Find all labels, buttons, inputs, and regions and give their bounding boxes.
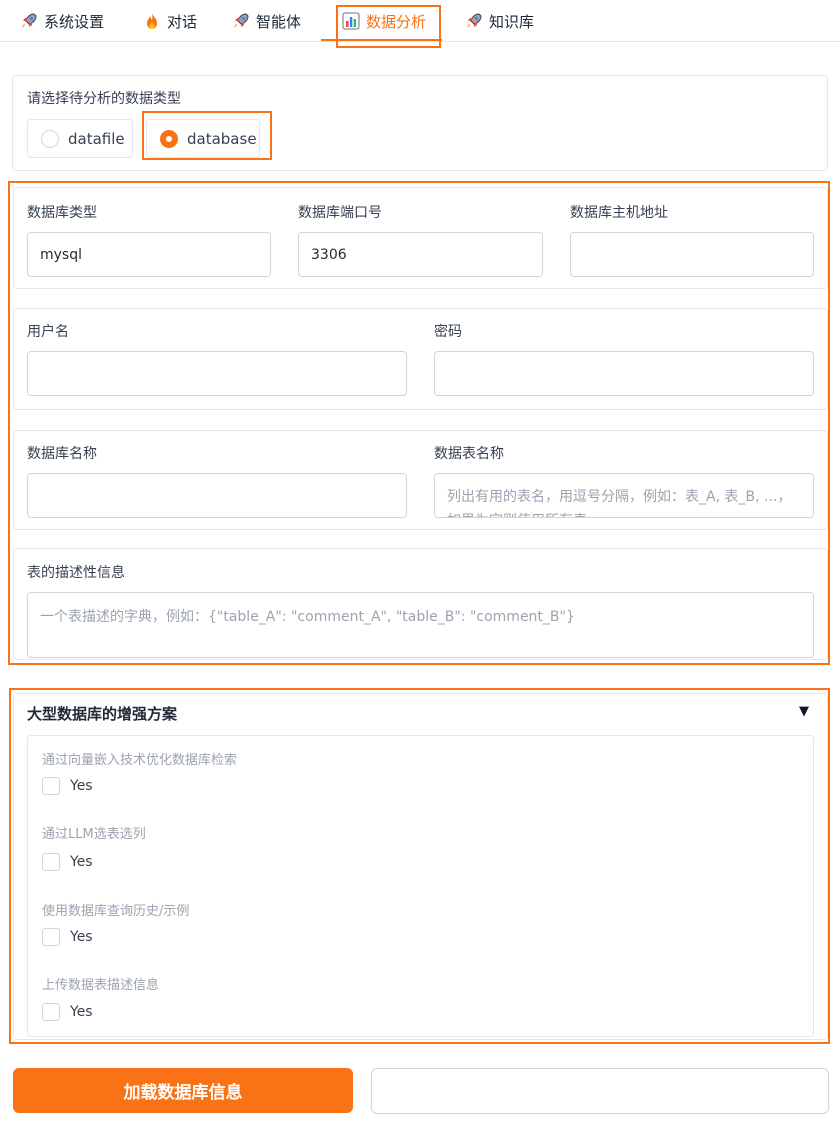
checkbox-upload-desc[interactable]: Yes [42, 1003, 93, 1021]
username-input[interactable] [27, 351, 407, 396]
tab-label: 系统设置 [44, 12, 105, 31]
option-label-llm-select: 通过LLM选表选列 [42, 827, 146, 842]
tab-label: 知识库 [489, 12, 535, 31]
radio-label: database [187, 129, 257, 148]
checkbox-label: Yes [70, 778, 93, 794]
rocket-icon [464, 11, 484, 31]
radio-option-database[interactable]: database [146, 119, 260, 158]
checkbox-label: Yes [70, 854, 93, 870]
bar-chart-icon [341, 11, 361, 31]
checkbox-box[interactable] [42, 853, 60, 871]
table-desc-textarea[interactable]: 一个表描述的字典，例如：{"table_A": "comment_A", "ta… [27, 592, 814, 658]
rocket-icon [19, 11, 39, 31]
checkbox-llm-select[interactable]: Yes [42, 853, 93, 871]
tab-bar: 系统设置 对话 智能体 数据分析 知识库 [0, 0, 840, 42]
db-name-label: 数据库名称 [27, 446, 97, 462]
password-input[interactable] [434, 351, 814, 396]
db-type-input[interactable]: mysql [27, 232, 271, 277]
status-output-box [371, 1068, 829, 1114]
password-label: 密码 [434, 324, 462, 340]
db-name-input[interactable] [27, 473, 407, 518]
option-label-query-history: 使用数据库查询历史/示例 [42, 904, 190, 919]
db-port-label: 数据库端口号 [298, 205, 382, 221]
tab-chat[interactable]: 对话 [142, 0, 197, 42]
tab-data-analysis[interactable]: 数据分析 [341, 0, 426, 42]
tab-system-settings[interactable]: 系统设置 [19, 0, 104, 42]
data-type-label: 请选择待分析的数据类型 [27, 91, 181, 107]
rocket-icon [231, 11, 251, 31]
tab-label: 对话 [167, 12, 198, 31]
tab-label: 智能体 [256, 12, 302, 31]
caret-down-icon[interactable]: ▼ [799, 704, 809, 719]
username-label: 用户名 [27, 324, 69, 340]
radio-circle-checked[interactable] [160, 129, 178, 148]
radio-option-datafile[interactable]: datafile [27, 119, 133, 158]
table-name-placeholder: 列出有用的表名，用逗号分隔，例如：表_A, 表_B, ...，如果为空则使用所有… [447, 489, 792, 517]
db-host-label: 数据库主机地址 [570, 205, 668, 221]
tab-knowledge-base[interactable]: 知识库 [464, 0, 534, 42]
table-desc-label: 表的描述性信息 [27, 565, 125, 581]
db-host-input[interactable] [570, 232, 814, 277]
db-port-input[interactable]: 3306 [298, 232, 543, 277]
table-desc-placeholder: 一个表描述的字典，例如：{"table_A": "comment_A", "ta… [40, 609, 575, 625]
radio-label: datafile [68, 129, 125, 148]
db-type-label: 数据库类型 [27, 205, 97, 221]
checkbox-box[interactable] [42, 1003, 60, 1021]
checkbox-query-history[interactable]: Yes [42, 928, 93, 946]
table-name-textarea[interactable]: 列出有用的表名，用逗号分隔，例如：表_A, 表_B, ...，如果为空则使用所有… [434, 473, 814, 518]
tab-agent[interactable]: 智能体 [231, 0, 301, 42]
option-label-vector-embed: 通过向量嵌入技术优化数据库检索 [42, 753, 238, 768]
tab-label: 数据分析 [366, 12, 427, 31]
checkbox-box[interactable] [42, 777, 60, 795]
radio-circle[interactable] [41, 129, 59, 148]
fire-icon [142, 11, 162, 31]
enhance-accordion-title[interactable]: 大型数据库的增强方案 [27, 703, 177, 724]
checkbox-label: Yes [70, 1004, 93, 1020]
load-db-info-button[interactable]: 加载数据库信息 [13, 1068, 353, 1113]
option-label-upload-desc: 上传数据表描述信息 [42, 978, 160, 993]
checkbox-vector-embed[interactable]: Yes [42, 777, 93, 795]
active-tab-underline [321, 39, 442, 41]
checkbox-box[interactable] [42, 928, 60, 946]
checkbox-label: Yes [70, 929, 93, 945]
table-name-label: 数据表名称 [434, 446, 504, 462]
